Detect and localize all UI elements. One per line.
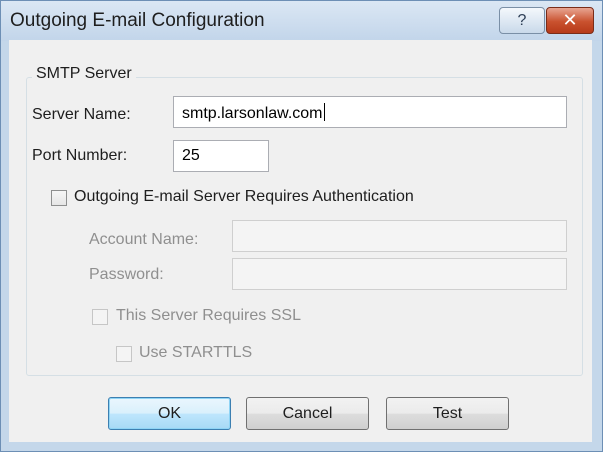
password-label: Password: bbox=[89, 266, 164, 283]
question-mark-icon: ? bbox=[517, 11, 527, 29]
cancel-button[interactable]: Cancel bbox=[246, 397, 369, 430]
port-number-label: Port Number: bbox=[32, 147, 128, 164]
password-input[interactable] bbox=[232, 258, 567, 290]
test-button[interactable]: Test bbox=[386, 397, 509, 430]
close-button[interactable]: ✕ bbox=[546, 7, 594, 34]
ssl-required-checkbox[interactable] bbox=[92, 309, 108, 325]
port-number-input[interactable]: 25 bbox=[173, 140, 269, 172]
account-name-input[interactable] bbox=[232, 220, 567, 252]
server-name-value: smtp.larsonlaw.com bbox=[182, 105, 323, 122]
smtp-group-title: SMTP Server bbox=[32, 65, 136, 83]
account-name-label: Account Name: bbox=[89, 231, 199, 248]
port-number-value: 25 bbox=[182, 147, 200, 164]
window-title: Outgoing E-mail Configuration bbox=[10, 10, 265, 31]
auth-required-checkbox[interactable] bbox=[51, 190, 67, 206]
close-icon: ✕ bbox=[562, 10, 578, 30]
server-name-input[interactable]: smtp.larsonlaw.com bbox=[173, 96, 567, 128]
use-starttls-label[interactable]: Use STARTTLS bbox=[139, 344, 252, 362]
title-bar[interactable]: Outgoing E-mail Configuration ? ✕ bbox=[1, 1, 602, 41]
ok-button[interactable]: OK bbox=[108, 397, 231, 430]
help-button[interactable]: ? bbox=[499, 7, 545, 34]
ssl-required-label[interactable]: This Server Requires SSL bbox=[116, 307, 301, 325]
use-starttls-checkbox[interactable] bbox=[116, 346, 132, 362]
auth-required-label[interactable]: Outgoing E-mail Server Requires Authenti… bbox=[74, 188, 414, 206]
text-caret bbox=[323, 103, 325, 121]
server-name-label: Server Name: bbox=[32, 106, 131, 123]
